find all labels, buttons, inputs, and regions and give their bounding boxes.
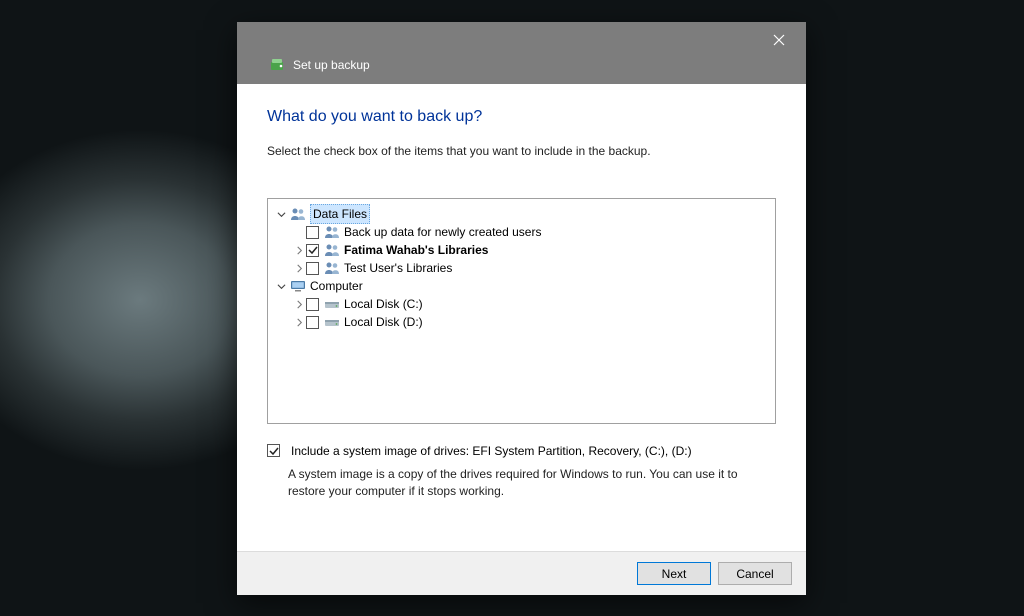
- checkbox-fatima-libraries[interactable]: [306, 244, 319, 257]
- backup-items-tree[interactable]: Data Files Back up data for newly create…: [267, 198, 776, 424]
- tree-node-data-files[interactable]: Data Files: [274, 205, 769, 223]
- checkbox-drive-c[interactable]: [306, 298, 319, 311]
- close-button[interactable]: [764, 30, 794, 52]
- tree-node-fatima-libraries[interactable]: Fatima Wahab's Libraries: [274, 241, 769, 259]
- tree-node-label[interactable]: Local Disk (D:): [344, 313, 423, 331]
- titlebar: Set up backup: [237, 22, 806, 84]
- checkbox-testuser-libraries[interactable]: [306, 262, 319, 275]
- tree-node-label[interactable]: Local Disk (C:): [344, 295, 423, 313]
- computer-icon: [290, 278, 306, 294]
- chevron-right-icon[interactable]: [292, 264, 306, 273]
- chevron-right-icon[interactable]: [292, 318, 306, 327]
- tree-node-new-users[interactable]: Back up data for newly created users: [274, 223, 769, 241]
- tree-node-label[interactable]: Back up data for newly created users: [344, 223, 541, 241]
- include-system-image-label[interactable]: Include a system image of drives: EFI Sy…: [291, 444, 692, 458]
- tree-node-drive-c[interactable]: Local Disk (C:): [274, 295, 769, 313]
- chevron-down-icon[interactable]: [274, 282, 288, 291]
- checkbox-new-users[interactable]: [306, 226, 319, 239]
- chevron-right-icon[interactable]: [292, 300, 306, 309]
- tree-node-label[interactable]: Computer: [310, 277, 363, 295]
- include-system-image-description: A system image is a copy of the drives r…: [288, 466, 776, 501]
- dialog-button-bar: Next Cancel: [237, 551, 806, 595]
- window-title: Set up backup: [293, 58, 370, 72]
- backup-wizard-dialog: Set up backup What do you want to back u…: [237, 22, 806, 595]
- backup-wizard-icon: [269, 57, 285, 73]
- chevron-right-icon[interactable]: [292, 246, 306, 255]
- user-libraries-icon: [324, 242, 340, 258]
- checkbox-drive-d[interactable]: [306, 316, 319, 329]
- page-subheading: Select the check box of the items that y…: [267, 144, 776, 158]
- page-heading: What do you want to back up?: [267, 108, 776, 126]
- drive-icon: [324, 314, 340, 330]
- tree-node-computer[interactable]: Computer: [274, 277, 769, 295]
- tree-node-label[interactable]: Test User's Libraries: [344, 259, 452, 277]
- include-system-image-row: Include a system image of drives: EFI Sy…: [267, 444, 776, 458]
- tree-node-label[interactable]: Data Files: [310, 204, 370, 224]
- dialog-content: What do you want to back up? Select the …: [237, 84, 806, 551]
- tree-node-testuser-libraries[interactable]: Test User's Libraries: [274, 259, 769, 277]
- checkbox-include-system-image[interactable]: [267, 444, 280, 457]
- chevron-down-icon[interactable]: [274, 210, 288, 219]
- close-icon: [773, 34, 785, 49]
- tree-node-drive-d[interactable]: Local Disk (D:): [274, 313, 769, 331]
- next-button[interactable]: Next: [637, 562, 711, 585]
- users-icon: [290, 206, 306, 222]
- cancel-button[interactable]: Cancel: [718, 562, 792, 585]
- user-libraries-icon: [324, 260, 340, 276]
- drive-icon: [324, 296, 340, 312]
- users-icon: [324, 224, 340, 240]
- tree-node-label[interactable]: Fatima Wahab's Libraries: [344, 241, 488, 259]
